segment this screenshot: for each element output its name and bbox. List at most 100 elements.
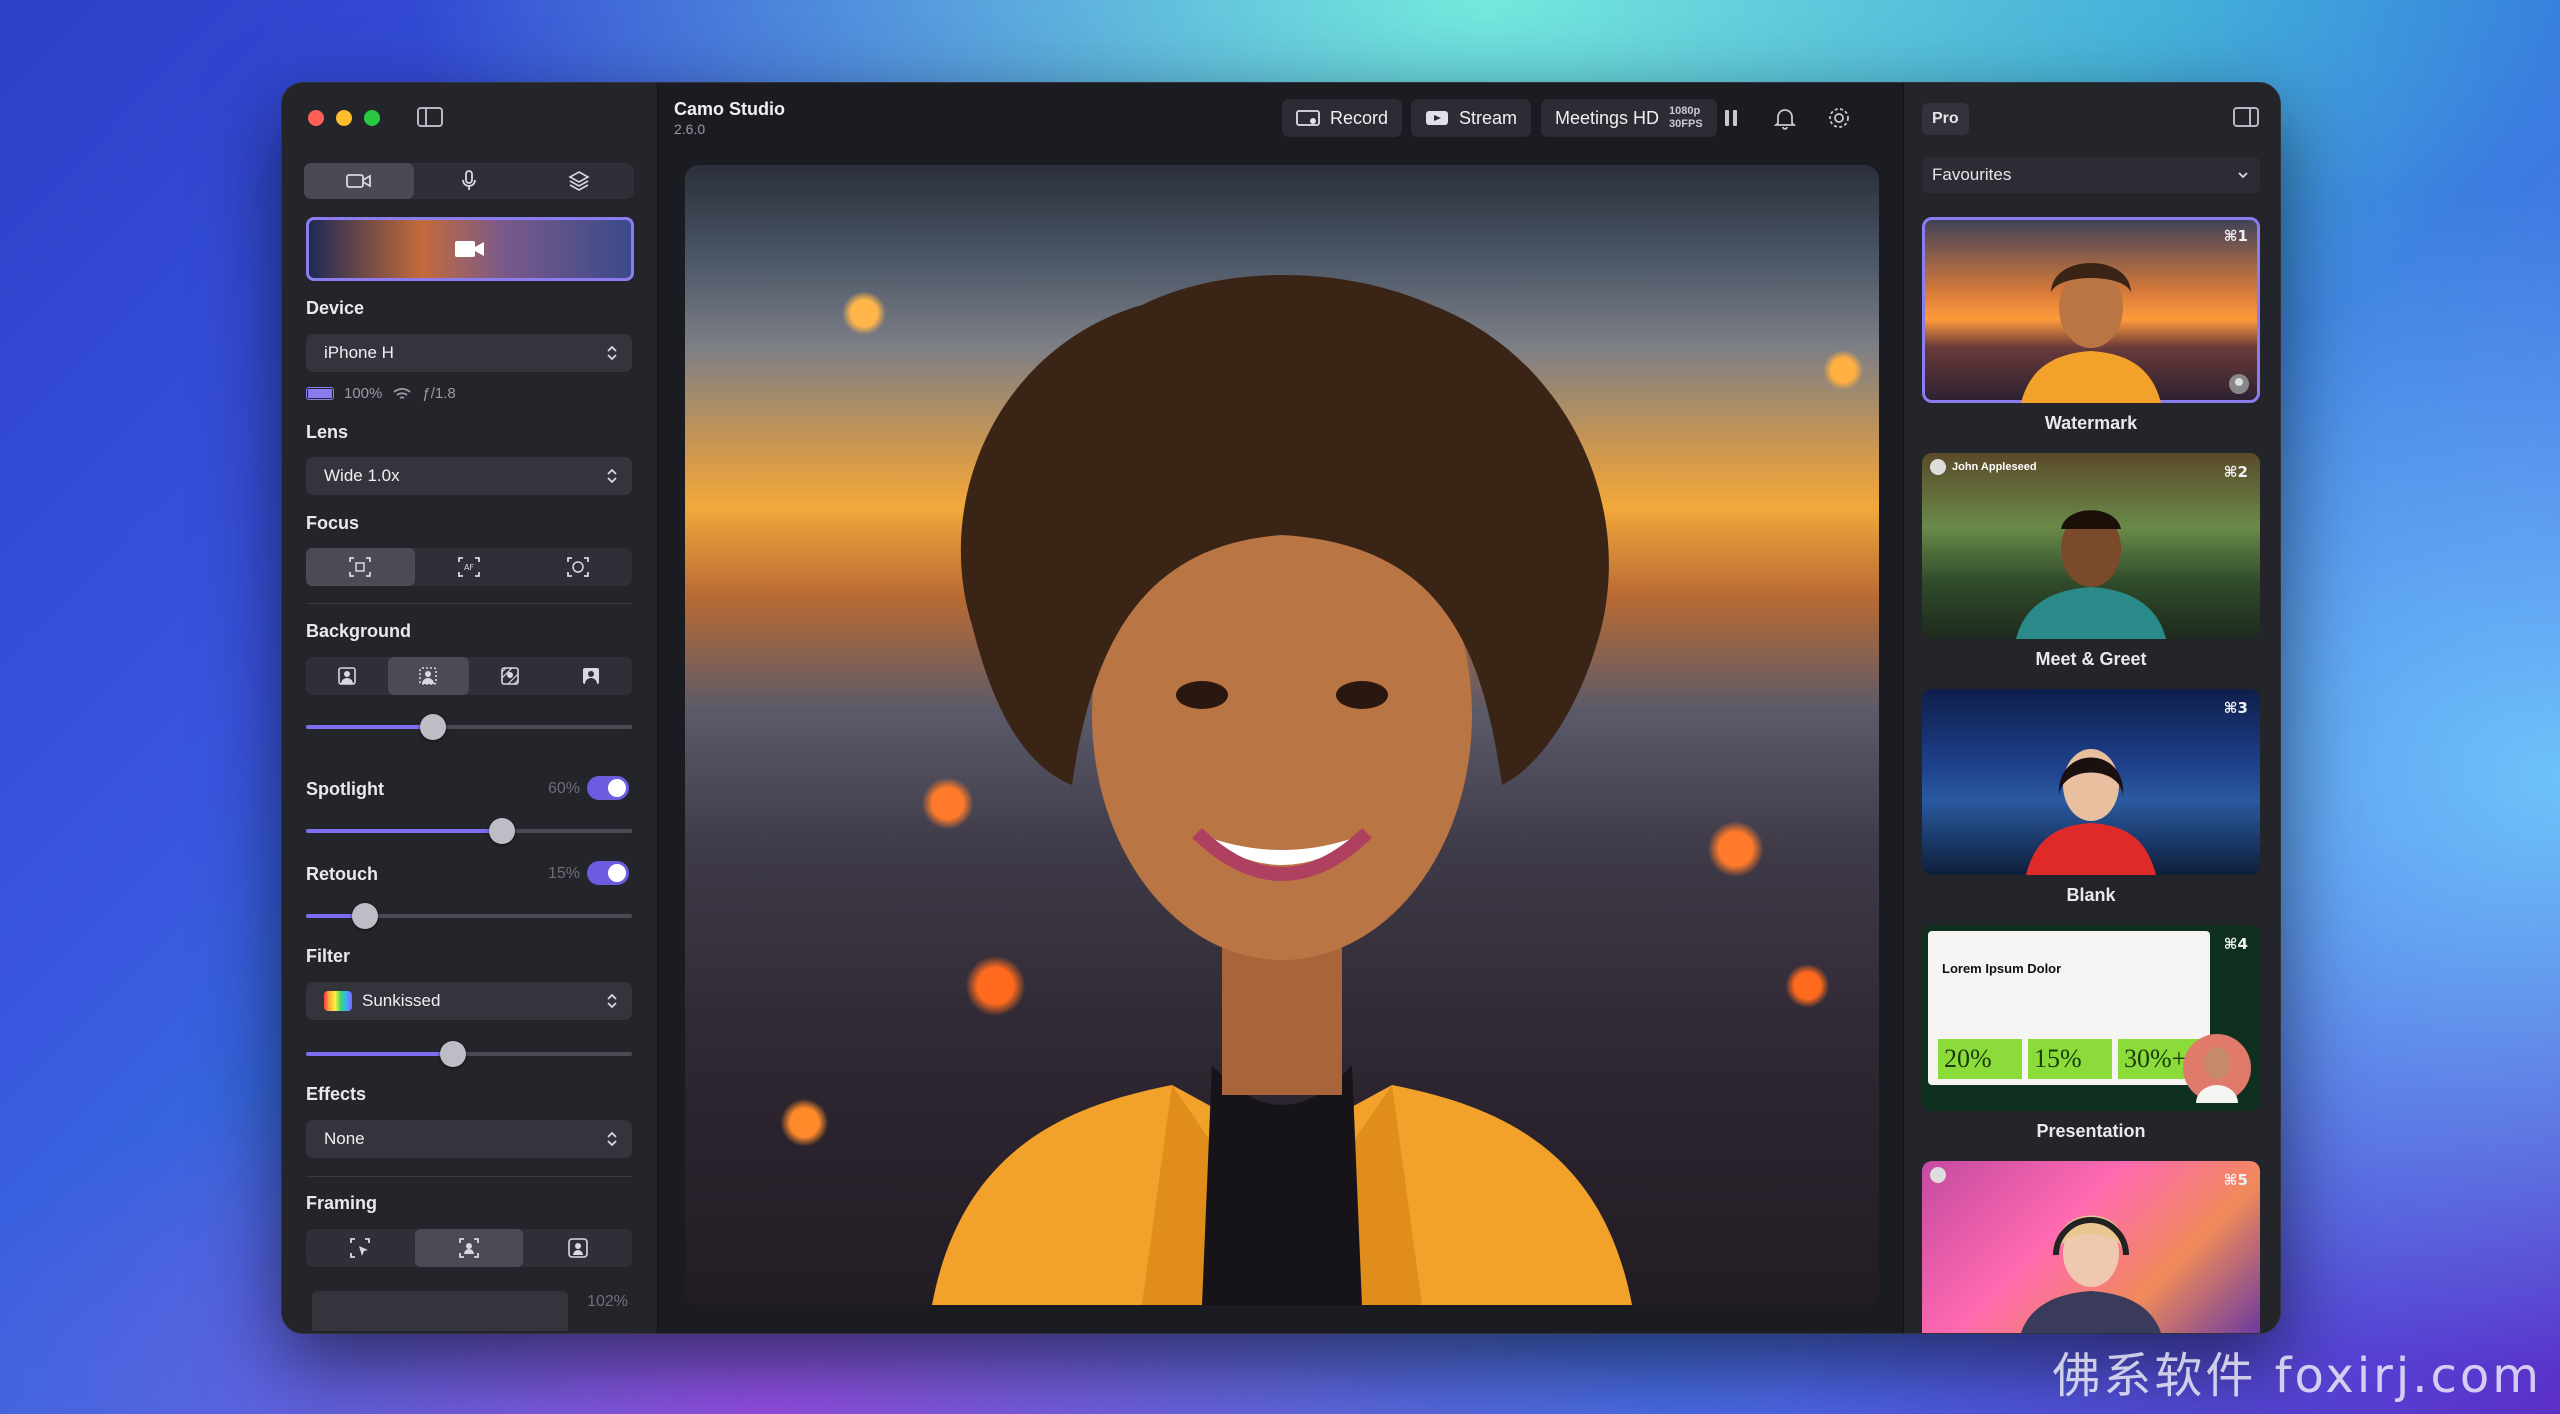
- scene-shortcut: ⌘5: [2223, 1171, 2248, 1189]
- presenter-thumbnail: [2021, 263, 2161, 403]
- background-blur-button[interactable]: [387, 657, 469, 695]
- framing-pointer-icon: [350, 1238, 371, 1258]
- record-button[interactable]: Record: [1282, 99, 1403, 137]
- slider-knob[interactable]: [420, 714, 447, 740]
- right-panel-toggle-icon[interactable]: [2232, 105, 2260, 129]
- spotlight-toggle[interactable]: [587, 776, 629, 800]
- background-replace-button[interactable]: [469, 657, 551, 695]
- output-preset-button[interactable]: Meetings HD 1080p 30FPS: [1541, 99, 1717, 137]
- scene-name: Watermark: [2044, 413, 2138, 433]
- filter-select[interactable]: Sunkissed: [306, 982, 632, 1020]
- site-watermark: 佛系软件 foxirj.com: [2052, 1348, 2542, 1404]
- slider-knob[interactable]: [488, 818, 515, 844]
- lens-value: Wide 1.0x: [324, 466, 400, 485]
- sidebar-toggle-icon[interactable]: [416, 105, 444, 129]
- preset-group-dropdown[interactable]: Favourites: [1922, 157, 2260, 193]
- framing-center-icon: [459, 1238, 479, 1258]
- background-portrait-button[interactable]: [306, 657, 388, 695]
- app-version: 2.6.0: [674, 121, 706, 137]
- slide-preview: Lorem Ipsum Dolor 20% 15% 30%+: [1928, 931, 2210, 1085]
- scene-shortcut: ⌘4: [2223, 935, 2248, 953]
- scene-card-blank[interactable]: ⌘3: [1922, 689, 2260, 875]
- focus-auto-button[interactable]: [306, 548, 415, 586]
- updown-chevron-icon: [607, 993, 617, 1009]
- framing-label: Framing: [306, 1193, 378, 1213]
- bell-icon: [1773, 109, 1797, 130]
- aperture-value: ƒ/1.8: [422, 385, 456, 402]
- slide-stat: 15%: [2028, 1039, 2112, 1079]
- device-value: iPhone H: [324, 343, 394, 362]
- scene-card-5[interactable]: ⌘5: [1922, 1161, 2260, 1333]
- output-resolution: 1080p: [1669, 105, 1701, 117]
- output-fps: 30FPS: [1669, 118, 1703, 130]
- pro-badge[interactable]: Pro: [1922, 103, 1969, 135]
- background-label: Background: [306, 621, 412, 641]
- zoom-window-button[interactable]: [364, 110, 380, 126]
- name-overlay: John Appleseed: [1930, 459, 2037, 475]
- focus-face-icon: [566, 557, 589, 577]
- focus-af-button[interactable]: AF: [415, 548, 524, 586]
- output-format: 1080p 30FPS: [1669, 105, 1703, 131]
- battery-icon: [306, 387, 334, 400]
- presenter-thumbnail: [2021, 1215, 2161, 1333]
- slider-fill: [306, 1052, 453, 1056]
- framing-person-icon: [567, 1238, 588, 1258]
- background-blur-slider[interactable]: [306, 714, 632, 740]
- device-status: 100% ƒ/1.8: [306, 385, 456, 402]
- record-label: Record: [1330, 107, 1389, 128]
- scene-card-meet-greet[interactable]: John Appleseed ⌘2: [1922, 453, 2260, 639]
- top-toolbar: Camo Studio 2.6.0 Record Stream Meetings…: [658, 83, 1904, 161]
- effects-value: None: [324, 1129, 365, 1148]
- stream-button[interactable]: Stream: [1411, 99, 1532, 137]
- scene-shortcut: ⌘3: [2223, 699, 2248, 717]
- framing-auto-button[interactable]: [523, 1229, 632, 1267]
- scenes-panel: Pro Favourites ⌘1 Watermark John Applese…: [1903, 83, 2280, 1333]
- preset-group-label: Favourites: [1932, 165, 2012, 184]
- tab-video[interactable]: [304, 163, 414, 199]
- effects-label: Effects: [306, 1084, 367, 1104]
- overlay-name: John Appleseed: [1952, 461, 2037, 473]
- focus-face-button[interactable]: [523, 548, 632, 586]
- slider-fill: [306, 829, 502, 833]
- camera-preview-thumbnail[interactable]: [306, 217, 634, 281]
- minimize-window-button[interactable]: [336, 110, 352, 126]
- record-icon: [1296, 110, 1320, 126]
- scene-card-presentation[interactable]: Lorem Ipsum Dolor 20% 15% 30%+ ⌘4: [1922, 925, 2260, 1111]
- framing-zoom-field[interactable]: [312, 1291, 568, 1331]
- app-title: Camo Studio: [674, 99, 785, 119]
- scene-shortcut: ⌘1: [2223, 227, 2248, 245]
- gear-icon: [1829, 108, 1849, 128]
- filter-label: Filter: [306, 946, 351, 966]
- presenter-figure: [932, 275, 1632, 1305]
- microphone-icon: [462, 170, 476, 190]
- spotlight-slider[interactable]: [306, 818, 632, 844]
- layers-icon: [568, 171, 590, 191]
- scene-card-watermark[interactable]: ⌘1: [1922, 217, 2260, 403]
- device-select[interactable]: iPhone H: [306, 334, 632, 372]
- settings-button[interactable]: [1826, 105, 1852, 131]
- retouch-slider[interactable]: [306, 903, 632, 929]
- framing-center-button[interactable]: [414, 1229, 524, 1267]
- focus-auto-icon: [349, 557, 372, 577]
- framing-mode-segmented: [306, 1229, 632, 1267]
- pause-button[interactable]: [1718, 105, 1744, 131]
- notifications-button[interactable]: [1772, 105, 1798, 131]
- scene-shortcut: ⌘2: [2223, 463, 2248, 481]
- tab-audio[interactable]: [414, 163, 524, 199]
- retouch-toggle[interactable]: [587, 861, 629, 885]
- lens-select[interactable]: Wide 1.0x: [306, 457, 632, 495]
- slider-knob[interactable]: [351, 903, 378, 929]
- person-solid-icon: [583, 668, 600, 684]
- section-divider: [306, 603, 632, 604]
- camo-studio-window: Device iPhone H 100% ƒ/1.8 Lens Wide 1.0…: [281, 82, 2281, 1334]
- tab-layers[interactable]: [524, 163, 634, 199]
- filter-intensity-slider[interactable]: [306, 1041, 632, 1067]
- effects-select[interactable]: None: [306, 1120, 632, 1158]
- slider-knob[interactable]: [439, 1041, 466, 1067]
- background-remove-button[interactable]: [551, 657, 633, 695]
- slide-stat: 20%: [1938, 1039, 2022, 1079]
- retouch-value: 15%: [547, 865, 580, 882]
- framing-manual-button[interactable]: [306, 1229, 415, 1267]
- presenter-bubble: [2183, 1034, 2251, 1103]
- close-window-button[interactable]: [308, 110, 324, 126]
